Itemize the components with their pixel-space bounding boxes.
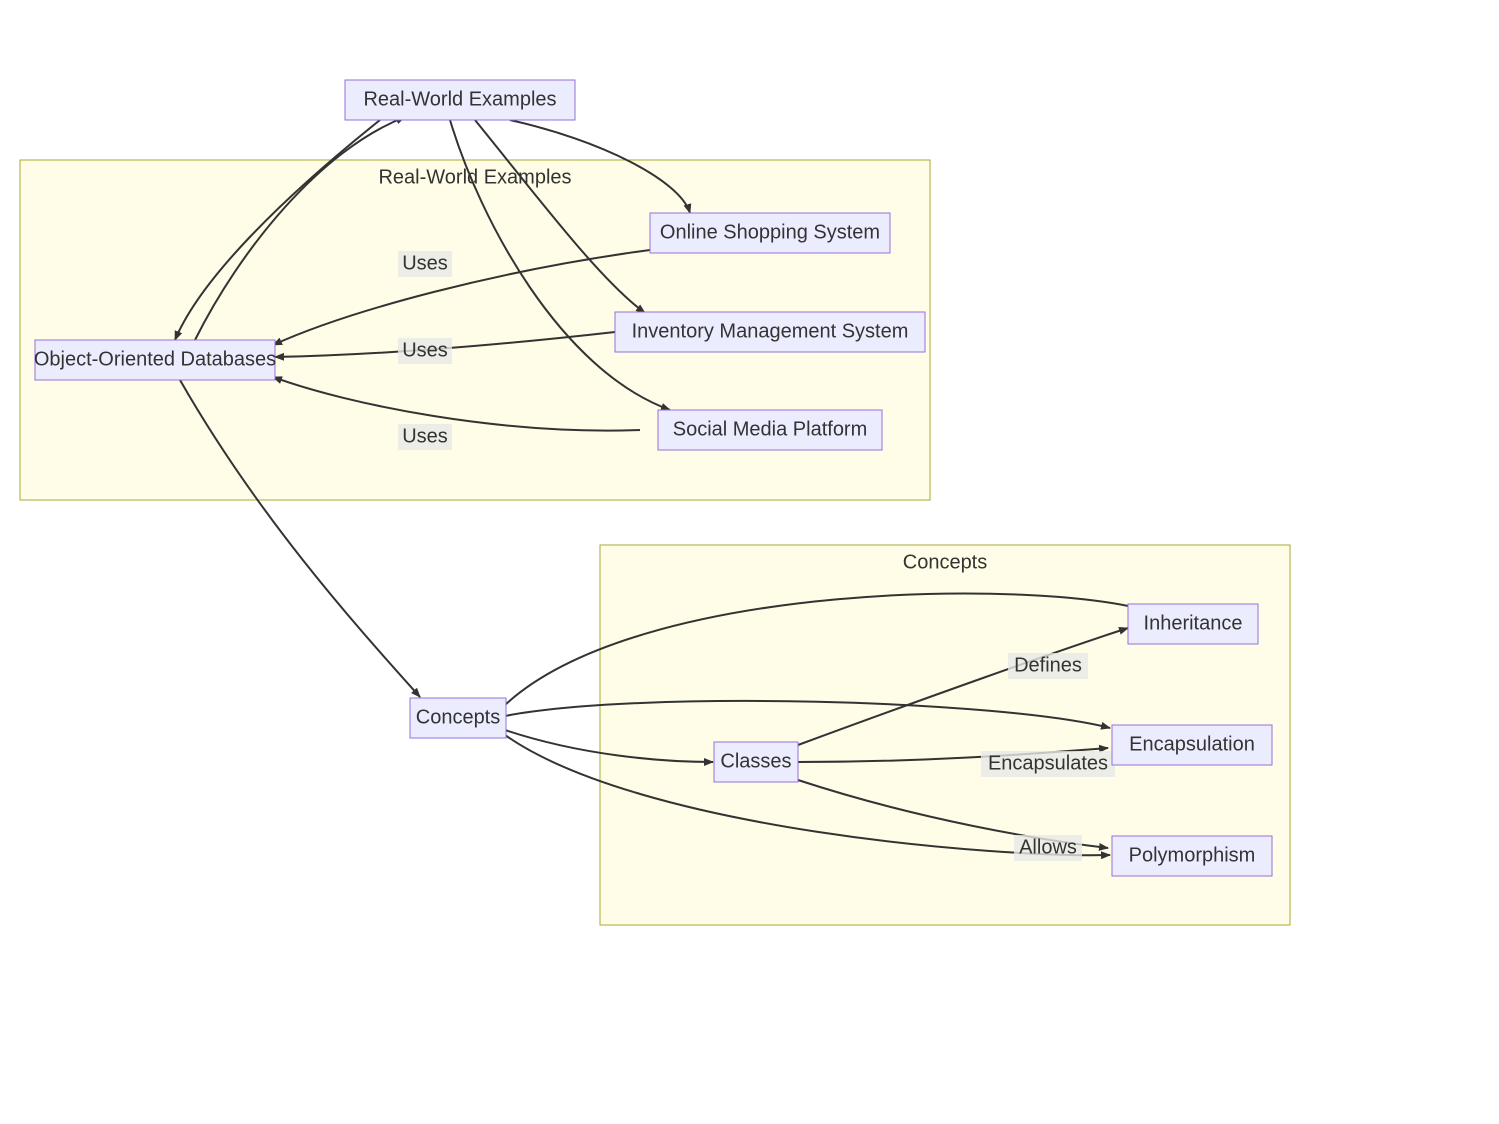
edge-label-defines: Defines (1014, 654, 1082, 676)
node-concepts-text: Concepts (416, 706, 501, 728)
node-classes-text: Classes (720, 750, 791, 772)
node-oodb-text: Object-Oriented Databases (34, 348, 276, 370)
edge-label-allows: Allows (1019, 836, 1077, 858)
node-inheritance-text: Inheritance (1144, 612, 1243, 634)
node-polymorphism-text: Polymorphism (1129, 844, 1256, 866)
node-social-media-text: Social Media Platform (673, 418, 868, 440)
edge-label-uses-1: Uses (402, 252, 448, 274)
edge-label-encapsulates: Encapsulates (988, 752, 1108, 774)
node-online-shopping-text: Online Shopping System (660, 221, 880, 243)
subgraph-concepts-title: Concepts (903, 552, 988, 574)
node-inventory-text: Inventory Management System (632, 320, 909, 342)
edge-label-uses-2: Uses (402, 339, 448, 361)
node-encapsulation-text: Encapsulation (1129, 733, 1255, 755)
edge-label-uses-3: Uses (402, 425, 448, 447)
flowchart-diagram: Real-World Examples Concepts Uses Uses U… (0, 0, 1499, 1124)
node-real-world-examples-text: Real-World Examples (363, 88, 556, 110)
